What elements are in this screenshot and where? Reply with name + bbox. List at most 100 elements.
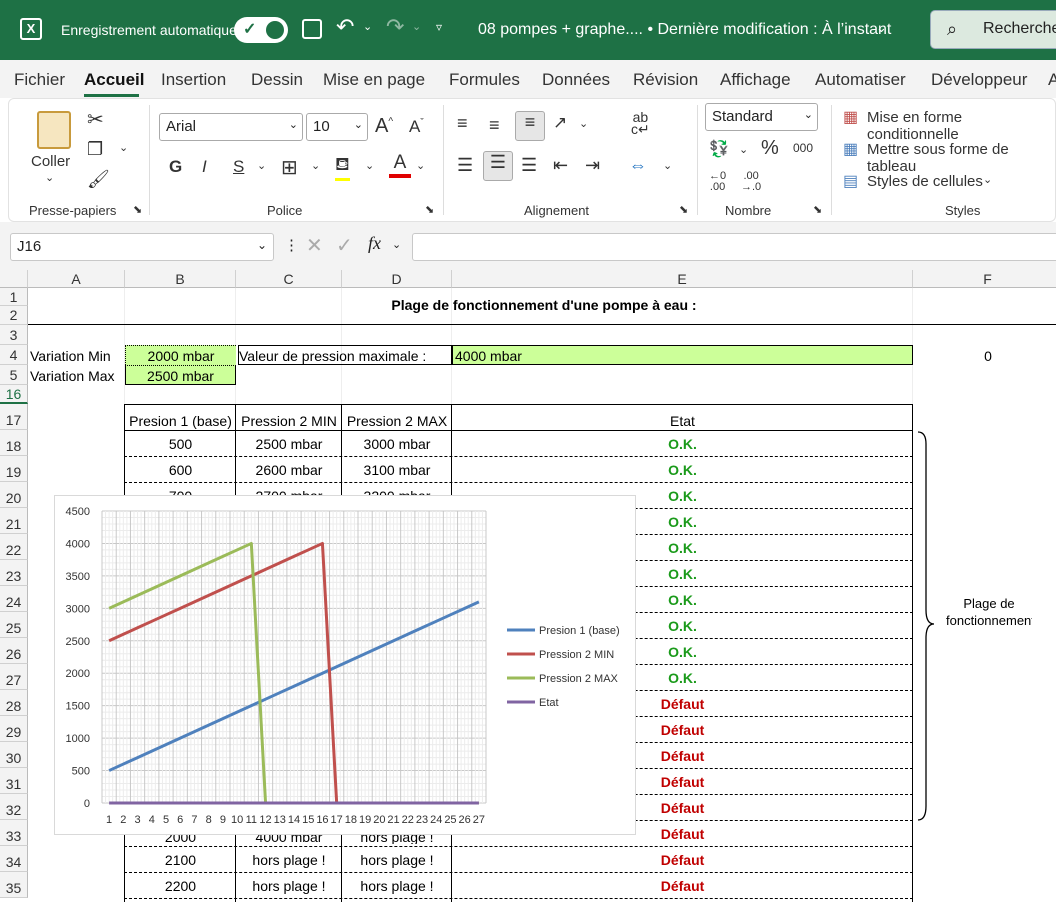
format-painter-icon[interactable]: 🖌 [87, 169, 110, 190]
row-header[interactable]: 18 [0, 430, 28, 456]
underline-dropdown-icon[interactable]: ⌄ [257, 159, 266, 172]
table-cell[interactable]: 2000 [125, 835, 236, 844]
document-title[interactable]: 08 pompes + graphe.... • Dernière modifi… [478, 21, 891, 39]
bold-button[interactable]: G [169, 157, 182, 177]
column-header-f[interactable]: F [913, 270, 1056, 288]
italic-button[interactable]: I [202, 157, 207, 177]
row-header[interactable]: 5 [0, 365, 28, 385]
row-header[interactable]: 21 [0, 508, 28, 534]
table-header-max[interactable]: Pression 2 MAX [342, 413, 452, 429]
table-header-etat[interactable]: Etat [452, 413, 913, 429]
line-chart[interactable]: 0 500 1000 1500 2000 2500 3000 3500 4000 4500 1 2 3 4… [54, 495, 636, 835]
etat-cell[interactable]: Défaut [452, 852, 913, 868]
save-icon[interactable] [302, 19, 322, 39]
table-cell[interactable]: hors plage ! [236, 852, 342, 868]
table-cell[interactable]: hors plage ! [342, 835, 452, 844]
f4-value[interactable]: 0 [913, 348, 1056, 364]
accounting-dropdown-icon[interactable]: ⌄ [739, 143, 748, 156]
select-all-corner[interactable] [0, 270, 28, 288]
increase-indent-icon[interactable]: ⇥ [585, 155, 600, 176]
customize-qat-icon[interactable]: ▿ [436, 20, 442, 34]
number-launcher-icon[interactable]: ⬊ [813, 203, 822, 216]
row-header[interactable]: 20 [0, 482, 28, 508]
copy-icon[interactable]: ❐ [87, 139, 103, 160]
variation-max-value[interactable]: 2500 mbar [125, 365, 236, 385]
row-header[interactable]: 32 [0, 794, 28, 820]
format-as-table-button[interactable]: Mettre sous forme de tableau [867, 141, 1055, 175]
clipboard-launcher-icon[interactable]: ⬊ [133, 203, 142, 216]
tab-fichier[interactable]: Fichier [14, 70, 65, 90]
row-header[interactable]: 30 [0, 742, 28, 768]
row-header[interactable]: 24 [0, 586, 28, 612]
variation-min-label[interactable]: Variation Min [30, 348, 111, 364]
conditional-format-icon[interactable]: ▦ [843, 107, 858, 127]
align-top-icon[interactable]: ≡ [457, 113, 468, 134]
column-header-a[interactable]: A [28, 270, 125, 288]
alignment-launcher-icon[interactable]: ⬊ [679, 203, 688, 216]
font-color-dropdown-icon[interactable]: ⌄ [416, 159, 425, 172]
row-header[interactable]: 31 [0, 768, 28, 794]
increase-decimal-icon[interactable]: ←0.00 [709, 171, 726, 193]
etat-cell[interactable]: Défaut [452, 878, 913, 894]
thousands-button[interactable]: 000 [793, 141, 813, 155]
variation-min-value[interactable]: 2000 mbar [125, 345, 236, 365]
row-header[interactable]: 35 [0, 872, 28, 898]
underline-button[interactable]: S [233, 157, 244, 177]
wrap-text-icon[interactable]: ab c↵ [631, 110, 650, 136]
table-cell[interactable]: hors plage ! [236, 878, 342, 894]
cell-styles-dropdown-icon[interactable]: ⌄ [983, 173, 992, 186]
etat-cell[interactable]: O.K. [452, 462, 913, 478]
row-header[interactable]: 25 [0, 612, 28, 638]
insert-function-button[interactable]: fx [368, 233, 381, 254]
cancel-icon[interactable]: ✕ [306, 233, 323, 258]
align-left-icon[interactable]: ☰ [457, 155, 473, 176]
row-header[interactable]: 22 [0, 534, 28, 560]
font-launcher-icon[interactable]: ⬊ [425, 203, 434, 216]
row-header[interactable]: 3 [0, 325, 28, 345]
row-header[interactable]: 26 [0, 638, 28, 664]
row-header[interactable]: 29 [0, 716, 28, 742]
row-header[interactable]: 4 [0, 345, 28, 365]
align-right-icon[interactable]: ☰ [521, 155, 537, 176]
column-header-d[interactable]: D [342, 270, 452, 288]
merge-center-icon[interactable]: ⇔ [629, 155, 647, 176]
tab-insertion[interactable]: Insertion [161, 70, 226, 90]
title-dropdown-icon[interactable]: ⌄ [876, 20, 887, 36]
fill-color-icon[interactable]: ⛾ [335, 154, 350, 181]
font-size-select[interactable]: 10 ⌄ [306, 113, 368, 141]
borders-dropdown-icon[interactable]: ⌄ [311, 159, 320, 172]
row-header[interactable]: 27 [0, 664, 28, 690]
redo-icon[interactable]: ↷ [386, 14, 404, 40]
tab-developpeur[interactable]: Développeur [931, 70, 1027, 90]
tab-accueil[interactable]: Accueil [84, 70, 144, 90]
borders-icon[interactable]: ⊞ [281, 155, 298, 180]
max-pressure-label[interactable]: Valeur de pression maximale : [238, 345, 452, 365]
more-options-icon[interactable]: ⋮ [284, 236, 299, 254]
paste-dropdown-icon[interactable]: ⌄ [45, 171, 54, 184]
format-as-table-icon[interactable]: ▦ [843, 139, 858, 159]
merge-dropdown-icon[interactable]: ⌄ [663, 159, 672, 172]
table-header-min[interactable]: Pression 2 MIN [236, 413, 342, 429]
row-header[interactable]: 23 [0, 560, 28, 586]
table-cell[interactable]: 2500 mbar [236, 436, 342, 452]
align-center-icon[interactable]: ☰ [483, 151, 513, 181]
percent-button[interactable]: % [761, 137, 779, 160]
increase-font-icon[interactable]: A^ [375, 115, 393, 138]
align-middle-icon[interactable]: ≡ [489, 115, 500, 136]
cell-styles-icon[interactable]: ▤ [843, 171, 858, 191]
row-header[interactable]: 34 [0, 846, 28, 872]
undo-dropdown-icon[interactable]: ⌄ [363, 20, 372, 33]
sheet-title[interactable]: Plage de fonctionnement d'une pompe à ea… [28, 297, 1056, 313]
accounting-icon[interactable]: 💱 [709, 139, 729, 159]
table-header-base[interactable]: Presion 1 (base) [125, 413, 236, 429]
table-cell[interactable]: 2200 [125, 878, 236, 894]
align-bottom-icon[interactable]: ≡ [515, 111, 545, 141]
table-cell[interactable]: 3000 mbar [342, 436, 452, 452]
enter-icon[interactable]: ✓ [336, 233, 353, 258]
column-header-c[interactable]: C [236, 270, 342, 288]
variation-max-label[interactable]: Variation Max [30, 368, 115, 384]
excel-logo-icon[interactable]: X [20, 18, 42, 40]
table-cell[interactable]: hors plage ! [342, 852, 452, 868]
orientation-dropdown-icon[interactable]: ⌄ [579, 117, 588, 130]
decrease-indent-icon[interactable]: ⇤ [553, 155, 568, 176]
